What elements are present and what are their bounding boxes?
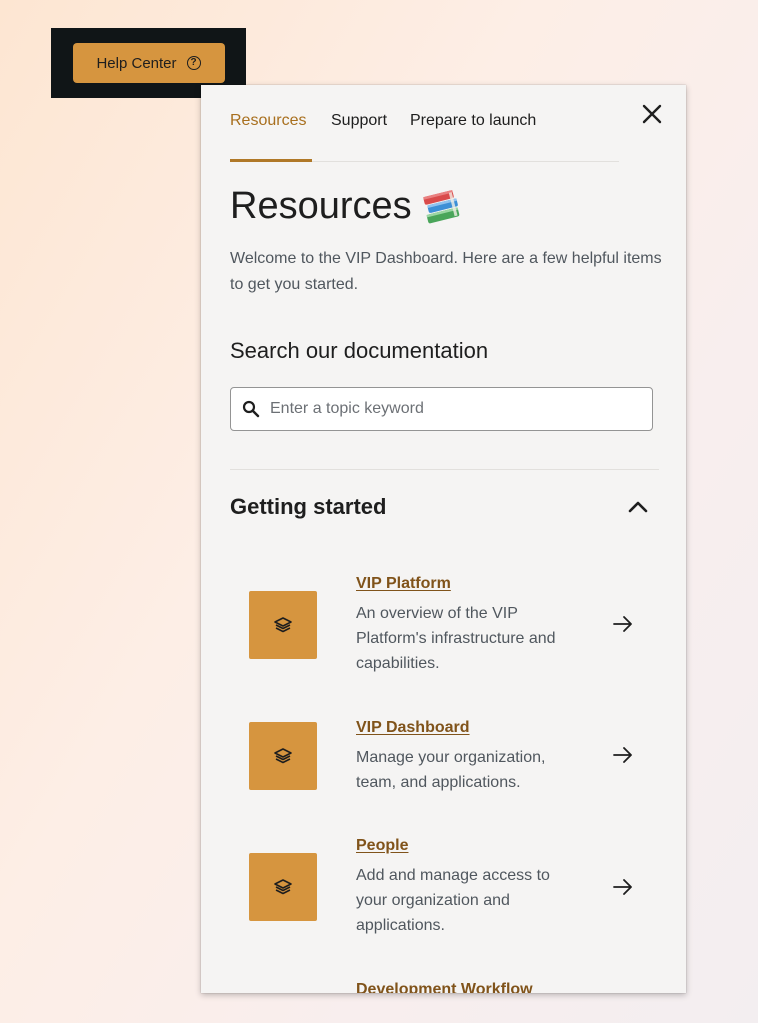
help-panel: Resources Support Prepare to launch Reso… [201, 85, 686, 993]
help-center-button[interactable]: Help Center ? [72, 43, 225, 83]
search-heading: Search our documentation [230, 338, 489, 363]
tab-support[interactable]: Support [331, 112, 387, 130]
section-divider [230, 469, 659, 470]
layers-icon-tile [249, 853, 317, 921]
search-input[interactable] [270, 400, 630, 418]
arrow-right-icon [613, 879, 632, 895]
layers-icon-tile [249, 722, 317, 790]
item-title-link[interactable]: Development Workflow [356, 981, 533, 993]
item-title-link[interactable]: VIP Dashboard [356, 719, 470, 737]
collapse-section-button[interactable] [625, 497, 651, 517]
layers-icon [274, 879, 292, 895]
arrow-right-icon [613, 616, 632, 632]
active-tab-indicator [230, 159, 312, 162]
tab-prepare-to-launch[interactable]: Prepare to launch [410, 112, 536, 130]
search-icon [242, 400, 260, 418]
item-description: Manage your organization, team, and appl… [356, 749, 546, 791]
page-title: Resources [230, 185, 462, 228]
help-center-label: Help Center [96, 54, 177, 72]
question-circle-icon: ? [186, 56, 201, 70]
search-box [230, 387, 653, 431]
layers-icon [274, 748, 292, 764]
list-item-people[interactable]: People Add and manage access to your org… [249, 837, 659, 947]
list-item-vip-platform[interactable]: VIP Platform An overview of the VIP Plat… [249, 575, 659, 685]
item-title-link[interactable]: VIP Platform [356, 575, 451, 593]
list-item-development-workflow[interactable]: Development Workflow [249, 981, 659, 993]
close-icon [642, 104, 662, 124]
section-title: Getting started [230, 494, 387, 519]
item-description: An overview of the VIP Platform's infras… [356, 605, 556, 672]
item-description: Add and manage access to your organizati… [356, 867, 550, 934]
tab-bar: Resources Support Prepare to launch [230, 85, 619, 162]
chevron-up-icon [628, 501, 648, 513]
layers-icon [274, 617, 292, 633]
books-icon [422, 189, 459, 223]
layers-icon-tile [249, 591, 317, 659]
item-title-link[interactable]: People [356, 837, 408, 855]
intro-text: Welcome to the VIP Dashboard. Here are a… [230, 250, 662, 293]
list-item-vip-dashboard[interactable]: VIP Dashboard Manage your organization, … [249, 719, 659, 809]
page-title-text: Resources [230, 185, 412, 227]
arrow-right-icon [613, 747, 632, 763]
tab-resources[interactable]: Resources [230, 112, 306, 130]
close-button[interactable] [639, 101, 665, 127]
